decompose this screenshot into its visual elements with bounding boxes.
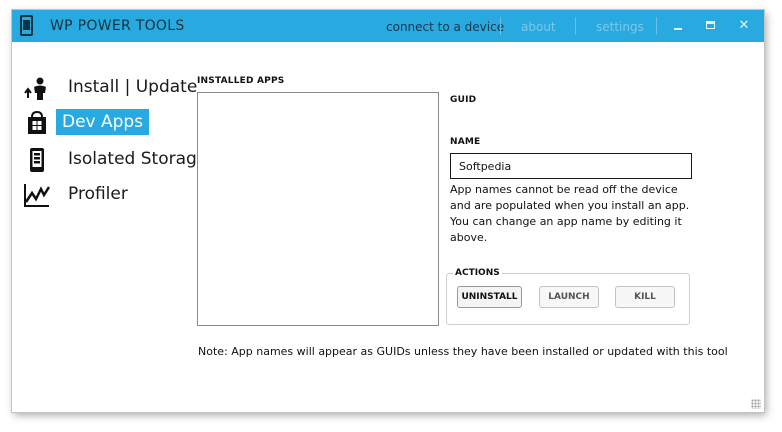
store-bag-icon [28,111,46,134]
actions-label: ACTIONS [453,268,502,278]
name-label: NAME [450,137,481,147]
chart-line-icon [24,184,50,207]
sidebar-item-isolated-storage[interactable]: Isolated Storage [24,146,207,174]
person-upload-icon [24,77,46,100]
sidebar-item-profiler[interactable]: Profiler [24,181,154,209]
phone-storage-icon [30,148,44,172]
guid-note: Note: App names will appear as GUIDs unl… [198,345,728,358]
launch-button[interactable]: LAUNCH [539,286,599,308]
sidebar-item-label: Isolated Storage [68,149,208,169]
resize-grip[interactable] [751,399,761,409]
maximize-button[interactable] [701,16,721,36]
guid-label: GUID [450,95,477,105]
uninstall-button[interactable]: UNINSTALL [457,286,522,308]
settings-link[interactable]: settings [596,20,644,34]
about-link[interactable]: about [521,20,556,34]
title-bar[interactable]: WP POWER TOOLS connect to a device about… [12,10,764,42]
nav-divider [500,17,501,35]
sidebar-item-label: Dev Apps [56,109,150,135]
sidebar-item-label: Install | Update [68,77,198,97]
nav-divider [656,17,657,35]
sidebar-item-install-update[interactable]: Install | Update [24,74,197,102]
kill-button[interactable]: KILL [615,286,675,308]
phone-app-icon [20,15,33,36]
installed-apps-list[interactable] [197,92,439,326]
connect-device-link[interactable]: connect to a device [386,20,504,34]
close-icon: ✕ [738,18,750,33]
app-name-input[interactable] [450,153,692,179]
sidebar-item-label: Profiler [68,184,128,204]
app-name-help-text: App names cannot be read off the device … [450,183,690,244]
close-button[interactable]: ✕ [734,16,754,36]
app-title: WP POWER TOOLS [50,18,185,34]
maximize-icon [706,21,715,29]
minimize-icon [674,28,682,30]
sidebar-item-dev-apps[interactable]: Dev Apps [24,109,164,137]
minimize-button[interactable] [668,16,688,36]
installed-apps-label: INSTALLED APPS [197,76,285,86]
app-window: WP POWER TOOLS connect to a device about… [12,10,764,412]
nav-divider [575,17,576,35]
